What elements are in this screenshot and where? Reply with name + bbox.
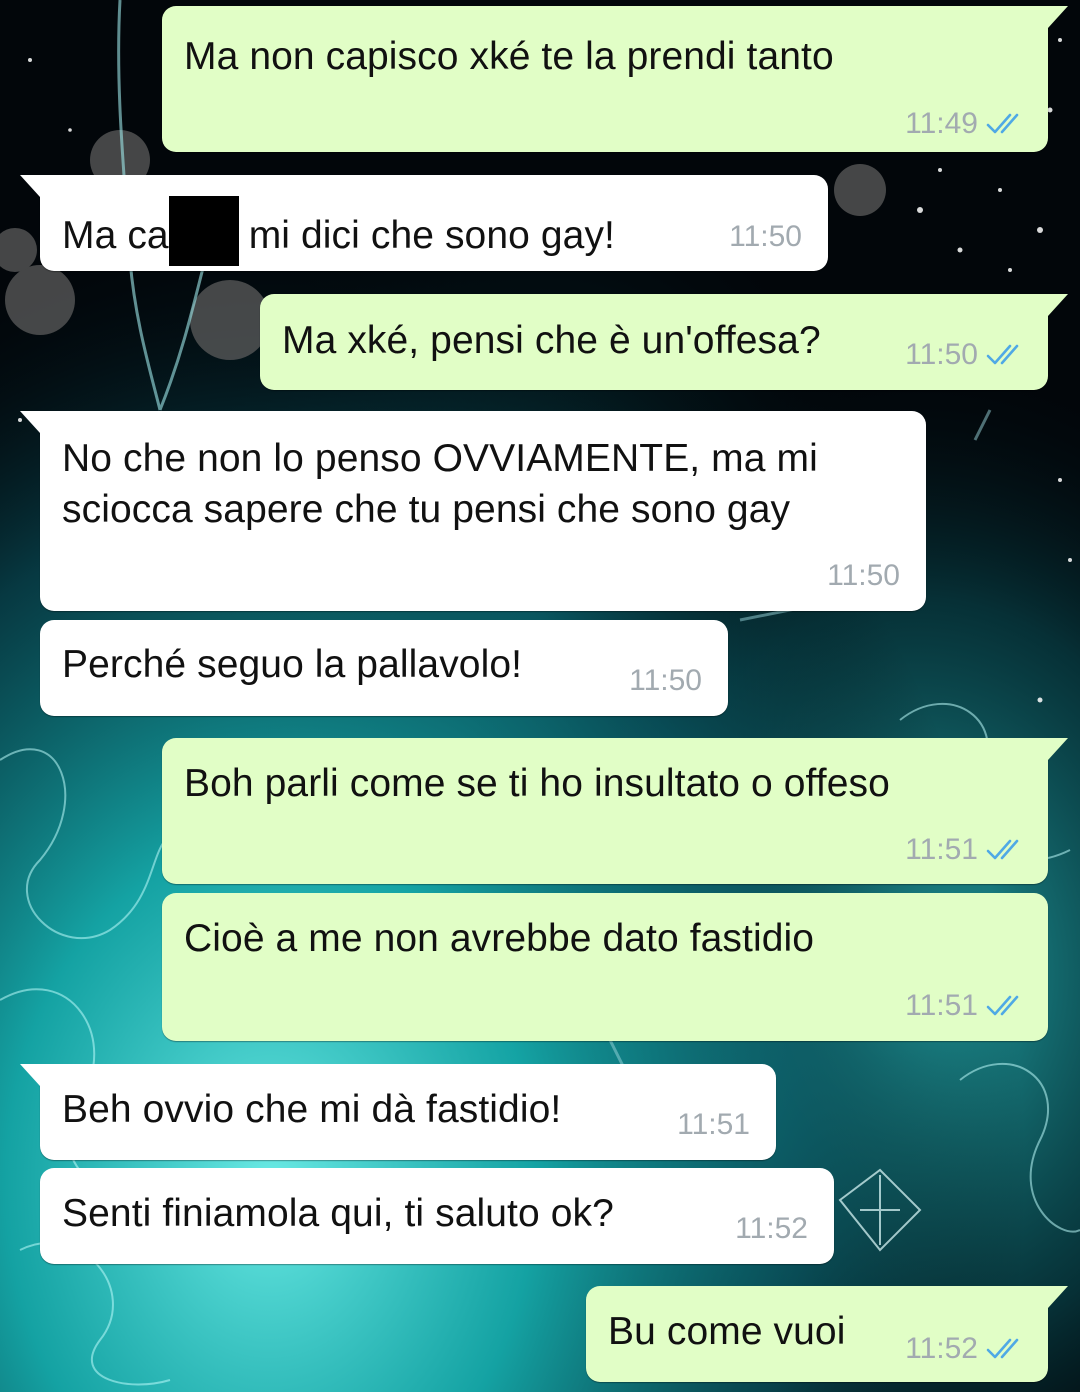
message-bubble-incoming[interactable]: Senti finiamola qui, ti saluto ok? 11:52 bbox=[40, 1168, 834, 1264]
message-meta: 11:52 bbox=[905, 1332, 1026, 1366]
double-check-icon bbox=[986, 839, 1019, 860]
message-time: 11:50 bbox=[827, 559, 900, 592]
message-bubble-outgoing[interactable]: Bu come vuoi 11:52 bbox=[586, 1286, 1068, 1382]
redaction-box bbox=[168, 196, 239, 266]
message-text: Beh ovvio che mi dà fastidio! bbox=[62, 1088, 562, 1131]
double-check-icon bbox=[986, 113, 1019, 134]
message-time: 11:51 bbox=[905, 833, 978, 866]
message-meta: 11:50 bbox=[729, 220, 802, 254]
message-meta: 11:51 bbox=[677, 1108, 750, 1142]
message-text: Boh parli come se ti ho insultato o offe… bbox=[184, 762, 890, 805]
message-bubble-incoming[interactable]: No che non lo penso OVVIAMENTE, ma mi sc… bbox=[20, 411, 926, 611]
message-bubble-incoming[interactable]: Perché seguo la pallavolo! 11:50 bbox=[40, 620, 728, 716]
message-text: Cioè a me non avrebbe dato fastidio bbox=[184, 917, 815, 960]
message-meta: 11:49 bbox=[905, 107, 1026, 141]
message-meta: 11:51 bbox=[905, 833, 1026, 867]
message-time: 11:50 bbox=[729, 220, 802, 253]
message-bubble-outgoing[interactable]: Ma xké, pensi che è un'offesa? 11:50 bbox=[260, 294, 1068, 390]
message-bubble-outgoing[interactable]: Boh parli come se ti ho insultato o offe… bbox=[162, 738, 1068, 884]
message-text: Bu come vuoi bbox=[608, 1310, 846, 1353]
message-meta: 11:51 bbox=[905, 989, 1026, 1023]
message-text: Ma non capisco xké te la prendi tanto bbox=[184, 35, 834, 78]
message-text-line: sciocca sapere che tu pensi che sono gay bbox=[62, 488, 791, 531]
message-time: 11:52 bbox=[905, 1332, 978, 1365]
message-bubble-outgoing[interactable]: Ma non capisco xké te la prendi tanto 11… bbox=[162, 6, 1068, 152]
message-bubble-incoming[interactable]: Beh ovvio che mi dà fastidio! 11:51 bbox=[20, 1064, 776, 1160]
message-time: 11:49 bbox=[905, 107, 978, 140]
message-meta: 11:50 bbox=[629, 664, 702, 698]
message-time: 11:50 bbox=[905, 338, 978, 371]
double-check-icon bbox=[986, 1338, 1019, 1359]
message-time: 11:50 bbox=[629, 664, 702, 697]
message-text-part: mi dici che sono gay! bbox=[248, 214, 615, 257]
message-text-line: No che non lo penso OVVIAMENTE, ma mi bbox=[62, 437, 818, 480]
message-time: 11:52 bbox=[735, 1212, 808, 1245]
message-meta: 11:52 bbox=[735, 1212, 808, 1246]
message-meta: 11:50 bbox=[827, 559, 900, 593]
message-text: Senti finiamola qui, ti saluto ok? bbox=[62, 1192, 614, 1235]
message-bubble-outgoing[interactable]: Cioè a me non avrebbe dato fastidio 11:5… bbox=[162, 893, 1048, 1041]
message-time: 11:51 bbox=[905, 989, 978, 1022]
double-check-icon bbox=[986, 344, 1019, 365]
message-text: Perché seguo la pallavolo! bbox=[62, 643, 523, 686]
message-bubble-incoming[interactable]: Ma ca mi dici che sono gay! 11:50 bbox=[20, 175, 828, 271]
double-check-icon bbox=[986, 995, 1019, 1016]
message-text-part: Ma ca bbox=[62, 214, 169, 257]
message-time: 11:51 bbox=[677, 1108, 750, 1141]
message-text: Ma xké, pensi che è un'offesa? bbox=[282, 319, 821, 362]
message-text: Ma ca mi dici che sono gay! bbox=[62, 196, 615, 266]
message-meta: 11:50 bbox=[905, 338, 1026, 372]
